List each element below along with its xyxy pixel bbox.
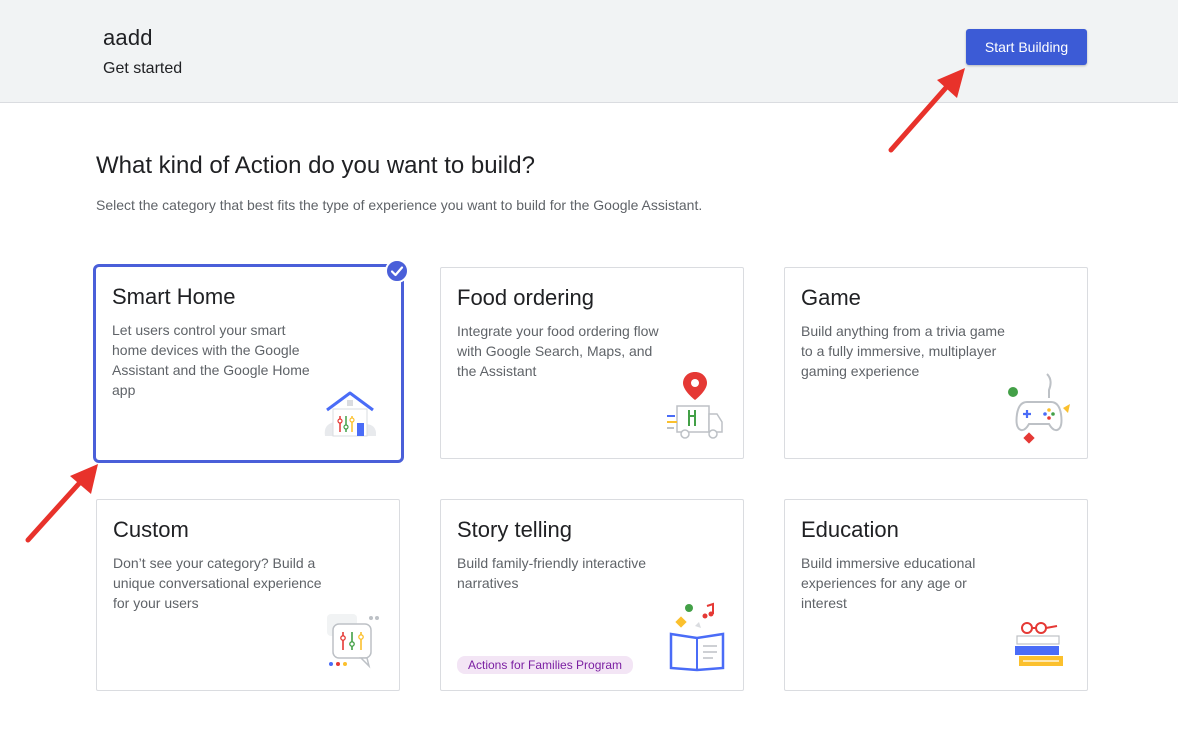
card-title: Smart Home [112,284,236,309]
page-subtitle: Get started [103,60,183,77]
category-card-food-ordering[interactable]: Food ordering Integrate your food orderi… [440,267,744,459]
selected-check-icon [385,259,409,283]
project-name: aadd [103,25,153,50]
annotation-arrow-icon [25,464,98,543]
page-title: What kind of Action do you want to build… [96,152,535,179]
card-title: Game [801,285,861,310]
page-description: Select the category that best fits the t… [96,197,703,213]
card-description: Build immersive educational experiences … [801,555,976,611]
card-description: Integrate your food ordering flow with G… [457,323,659,379]
start-building-button[interactable]: Start Building [966,29,1087,65]
category-card-story-telling[interactable]: Story telling Build family-friendly inte… [440,499,744,691]
card-description: Don’t see your category? Build a unique … [113,555,322,611]
card-description: Build anything from a trivia game to a f… [801,323,1005,379]
smart-home-icon [321,390,379,438]
food-ordering-icon [665,370,725,440]
card-title: Custom [113,517,189,542]
category-card-smart-home[interactable]: Smart Home Let users control your smart … [93,259,409,463]
annotation-arrow-icon [888,68,965,153]
books-glasses-icon [1013,620,1065,670]
open-book-icon [669,602,725,672]
families-program-badge: Actions for Families Program [457,656,634,674]
page-header: aadd Get started Start Building [0,0,1178,103]
category-card-game[interactable]: Game Build anything from a trivia game t… [784,267,1088,459]
custom-chat-icon [325,612,383,670]
page: aadd Get started Start Building What kin… [0,0,1178,729]
category-card-custom[interactable]: Custom Don’t see your category? Build a … [96,499,400,691]
card-description: Build family-friendly interactive narrat… [457,555,647,591]
card-title: Education [801,517,899,542]
card-description: Let users control your smart home device… [112,322,310,398]
game-controller-icon [1005,370,1071,446]
category-card-education[interactable]: Education Build immersive educational ex… [784,499,1088,691]
card-title: Story telling [457,517,572,542]
card-title: Food ordering [457,285,594,310]
